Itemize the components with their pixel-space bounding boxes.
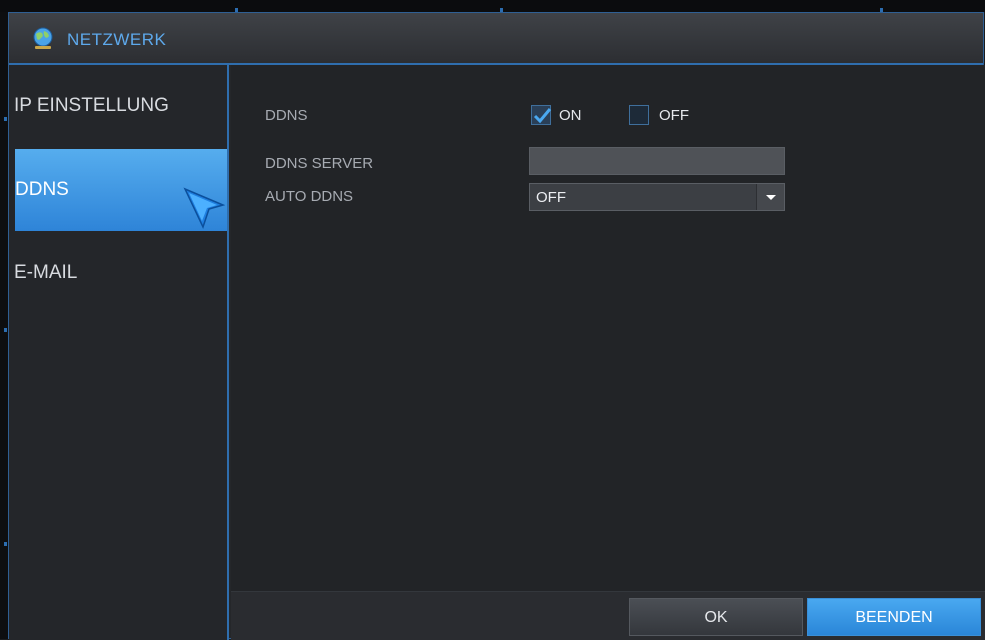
globe-network-icon [33, 27, 53, 49]
grid-marker [4, 117, 7, 121]
network-settings-window: NETZWERK IP EINSTELLUNG DDNS E-MAIL DDNS… [8, 12, 985, 640]
screen-top-strip [0, 0, 985, 12]
sidebar: IP EINSTELLUNG DDNS E-MAIL [9, 65, 229, 640]
sidebar-item-email[interactable]: E-MAIL [9, 262, 227, 342]
ddns-on-checkbox[interactable] [531, 105, 552, 125]
pointer-cursor-icon [183, 187, 225, 229]
ddns-off-checkbox[interactable] [629, 105, 649, 125]
chevron-down-icon[interactable] [756, 184, 784, 210]
auto-ddns-value: OFF [536, 189, 566, 206]
checkmark-icon [533, 108, 552, 124]
auto-ddns-select[interactable]: OFF [529, 183, 785, 211]
ddns-label: DDNS [265, 107, 308, 124]
button-bar: OK BEENDEN [231, 591, 985, 640]
sidebar-item-ddns[interactable]: DDNS [15, 149, 227, 231]
ddns-server-label: DDNS SERVER [265, 155, 374, 172]
ddns-on-label: ON [559, 107, 582, 124]
ddns-off-label: OFF [659, 107, 689, 124]
auto-ddns-label: AUTO DDNS [265, 188, 354, 205]
ddns-server-input[interactable] [529, 147, 785, 175]
title-bar: NETZWERK [9, 13, 983, 65]
exit-button[interactable]: BEENDEN [807, 598, 981, 636]
ddns-settings-panel: DDNS ON OFF DDNS SERVER AUTO DDNS OFF OK… [231, 65, 985, 640]
sidebar-item-label: DDNS [15, 179, 69, 200]
grid-marker [4, 328, 7, 332]
sidebar-item-label: IP EINSTELLUNG [14, 95, 169, 116]
window-title: NETZWERK [67, 30, 167, 49]
ok-button[interactable]: OK [629, 598, 803, 636]
screen-left-edge [0, 12, 8, 639]
grid-marker [4, 542, 7, 546]
sidebar-item-label: E-MAIL [14, 262, 78, 283]
